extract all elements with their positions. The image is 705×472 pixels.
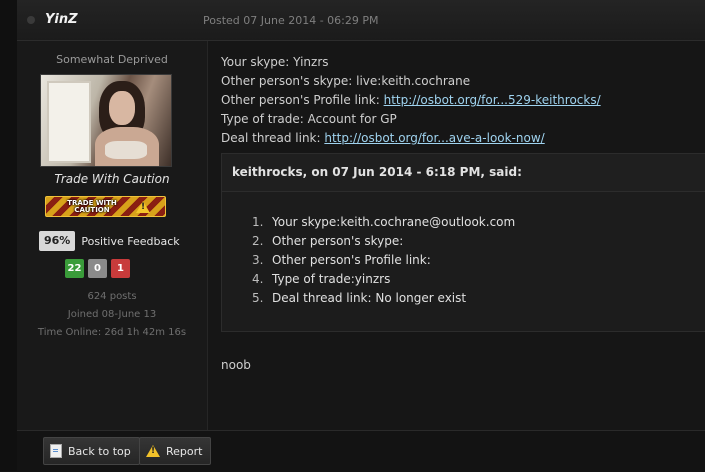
skype-line: Your skype: Yinzrs [221,55,329,69]
list-item: 5. Deal thread link: No longer exist [252,291,515,310]
caution-warning-icon: ! [136,200,150,213]
other-skype-line: Other person's skype: live:keith.cochran… [221,74,470,88]
post-date: Posted 07 June 2014 - 06:29 PM [203,14,379,27]
quote-header: keithrocks, on 07 Jun 2014 - 6:18 PM, sa… [222,154,705,192]
profile-link-label: Other person's Profile link: [221,93,384,107]
profile-link[interactable]: http://osbot.org/for...529-keithrocks/ [384,93,601,107]
author-name[interactable]: YinZ [45,12,78,27]
list-number: 2. [252,234,264,248]
avatar-window [47,81,91,163]
trade-type-value: Account for GP [307,112,397,126]
list-text: Other person's Profile link: [272,253,431,267]
trade-caution-text: Trade With Caution [54,172,170,186]
warning-icon: ! [146,445,160,457]
feedback-percent: 96% [39,231,76,251]
avatar-top [105,141,147,159]
avatar-face [109,91,135,125]
list-text: Deal thread link: No longer exist [272,291,467,305]
quote-citation[interactable]: keithrocks, on 07 Jun 2014 - 6:18 PM, sa… [232,165,522,179]
time-online: Time Online: 26d 1h 42m 16s [37,327,187,338]
deal-thread-link[interactable]: http://osbot.org/for...ave-a-look-now/ [324,131,544,145]
list-number: 1. [252,215,264,229]
report-label: Report [166,444,203,458]
list-item: 2. Other person's skype: [252,234,515,253]
list-item: 4. Type of trade:yinzrs [252,272,515,291]
caution-badge-label: TRADE WITH CAUTION [67,198,117,214]
list-text: Your skype:keith.cochrane@outlook.com [272,215,516,229]
other-skype-label: Other person's skype: [221,74,357,88]
list-number: 3. [252,253,264,267]
left-gutter [0,0,17,471]
trade-type-line: Type of trade: Account for GP [221,112,397,126]
post-content: Your skype: Yinzrs Other person's skype:… [208,41,705,430]
neutral-feedback-count[interactable]: 0 [88,259,107,278]
deal-thread-label: Deal thread link: [221,131,325,145]
profile-link-line: Other person's Profile link: http://osbo… [221,93,601,107]
forum-post: YinZ Posted 07 June 2014 - 06:29 PM Some… [0,0,705,472]
document-icon [50,444,62,458]
feedback-counts: 22 0 1 [65,259,130,278]
post-footer: Back to top ! Report [17,430,705,472]
trade-caution-badge: TRADE WITH CAUTION ! [45,196,166,217]
quote-block: keithrocks, on 07 Jun 2014 - 6:18 PM, sa… [221,153,705,332]
quote-list: 1. Your skype:keith.cochrane@outlook.com … [252,215,515,310]
trade-type-label: Type of trade: [221,112,308,126]
list-text: Type of trade:yinzrs [272,272,391,286]
online-status-icon [27,16,35,24]
author-sidebar: Somewhat Deprived Trade With Caution TRA… [17,41,208,430]
feedback-label: Positive Feedback [81,234,180,248]
join-date: Joined 08-June 13 [67,309,157,320]
list-item: 3. Other person's Profile link: [252,253,515,272]
post-count: 624 posts [87,291,137,302]
post-header: YinZ Posted 07 June 2014 - 06:29 PM [17,0,705,41]
list-number: 4. [252,272,264,286]
list-number: 5. [252,291,264,305]
member-title: Somewhat Deprived [56,53,168,66]
list-item: 1. Your skype:keith.cochrane@outlook.com [252,215,515,234]
skype-value: Yinzrs [293,55,329,69]
report-button[interactable]: ! Report [139,437,212,465]
positive-feedback-count[interactable]: 22 [65,259,84,278]
reply-text: noob [221,358,251,372]
feedback-summary[interactable]: 96% Positive Feedback [39,230,180,252]
negative-feedback-count[interactable]: 1 [111,259,130,278]
other-skype-value: live:keith.cochrane [356,74,471,88]
skype-label: Your skype: [221,55,294,69]
list-text: Other person's skype: [272,234,404,248]
back-to-top-label: Back to top [68,444,131,458]
avatar[interactable] [40,74,172,167]
back-to-top-button[interactable]: Back to top [43,437,140,465]
deal-thread-line: Deal thread link: http://osbot.org/for..… [221,131,545,145]
